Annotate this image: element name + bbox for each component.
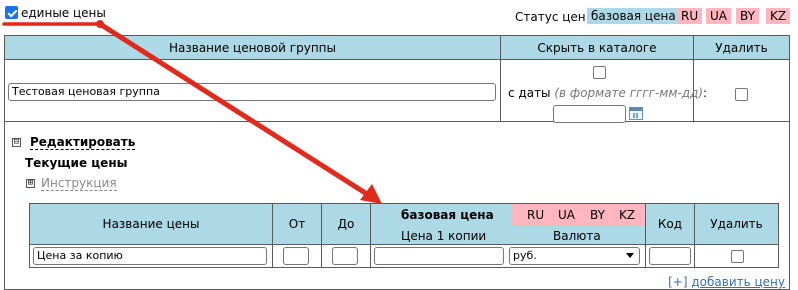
code-cell — [645, 244, 695, 268]
uniform-prices-label: единые цены — [21, 6, 106, 20]
header-base-currency-block: RU UA BY KZ базовая цена Цена 1 копии Ва… — [370, 203, 646, 245]
header-code: Код — [645, 203, 695, 245]
to-cell — [321, 244, 371, 268]
status-tag-by: BY — [736, 8, 759, 24]
delete-group-checkbox[interactable] — [735, 88, 748, 101]
from-input[interactable] — [283, 247, 309, 265]
edit-link[interactable]: Редактировать — [30, 136, 136, 150]
hide-in-catalog-checkbox[interactable] — [593, 66, 606, 79]
header-to: До — [321, 203, 371, 245]
code-input[interactable] — [649, 247, 691, 265]
header-group-name: Название ценовой группы — [5, 36, 501, 60]
add-price-row: [+] добавить цену — [668, 275, 785, 289]
from-date-input[interactable] — [553, 105, 626, 123]
header-base-price: базовая цена — [401, 208, 494, 222]
currency-select[interactable]: руб. — [509, 247, 640, 265]
price-currency-cell: руб. — [370, 244, 646, 268]
current-prices-heading: Текущие цены — [25, 156, 128, 170]
header-delete: Удалить — [694, 36, 789, 60]
price-per-copy-input[interactable] — [374, 247, 504, 265]
add-price-prefix: [+] — [668, 275, 688, 289]
chevron-down-icon — [626, 253, 634, 258]
from-date-format-hint: (в формате гггг-мм-дд) — [554, 86, 703, 100]
collapse-icon[interactable]: ⊟ — [12, 138, 21, 147]
status-tag-ua: UA — [706, 8, 731, 24]
status-tag-ru: RU — [677, 8, 703, 24]
delete-group-cell — [694, 60, 789, 122]
country-tag-ua: UA — [558, 208, 575, 222]
header-price-name: Название цены — [29, 203, 273, 245]
hide-in-catalog-cell: с даты (в формате гггг-мм-дд): — [501, 60, 707, 123]
from-date-label-row: с даты (в формате гггг-мм-дд): — [508, 86, 707, 100]
header-hide-in-catalog: Скрыть в каталоге — [501, 36, 694, 60]
delete-price-checkbox[interactable] — [731, 250, 744, 263]
price-status-label: Статус цен: — [515, 10, 590, 24]
from-date-label: с даты — [508, 86, 551, 100]
group-name-cell: Тестовая ценовая группа — [5, 60, 501, 122]
instructions-link[interactable]: Инструкция — [41, 177, 117, 191]
from-cell — [272, 244, 322, 268]
country-tag-kz: KZ — [619, 208, 636, 222]
header-delete-price: Удалить — [694, 203, 779, 245]
price-name-input[interactable]: Цена за копию — [33, 247, 267, 265]
currency-select-value: руб. — [513, 249, 537, 262]
status-tag-kz: KZ — [766, 8, 791, 24]
expand-instructions-icon[interactable]: ⊞ — [26, 179, 35, 188]
to-input[interactable] — [332, 247, 358, 265]
add-price-link[interactable]: добавить цену — [691, 275, 785, 289]
country-tags-strip: RU UA BY KZ — [511, 204, 645, 226]
top-bar: единые цены Статус цен: базовая цена RU … — [0, 0, 798, 30]
delete-price-cell — [694, 244, 779, 268]
country-tag-by: BY — [590, 208, 605, 222]
status-base-price-tag: базовая цена — [587, 8, 680, 24]
header-from: От — [272, 203, 322, 245]
country-tag-ru: RU — [527, 208, 545, 222]
header-price-per-copy: Цена 1 копии — [401, 229, 487, 243]
header-currency: Валюта — [553, 229, 601, 243]
group-name-input[interactable]: Тестовая ценовая группа — [8, 83, 496, 101]
uniform-prices-checkbox[interactable] — [5, 6, 18, 19]
prices-table: Название цены От До RU UA BY KZ базовая … — [29, 203, 779, 268]
calendar-icon[interactable] — [629, 107, 643, 120]
price-name-cell: Цена за копию — [29, 244, 273, 268]
